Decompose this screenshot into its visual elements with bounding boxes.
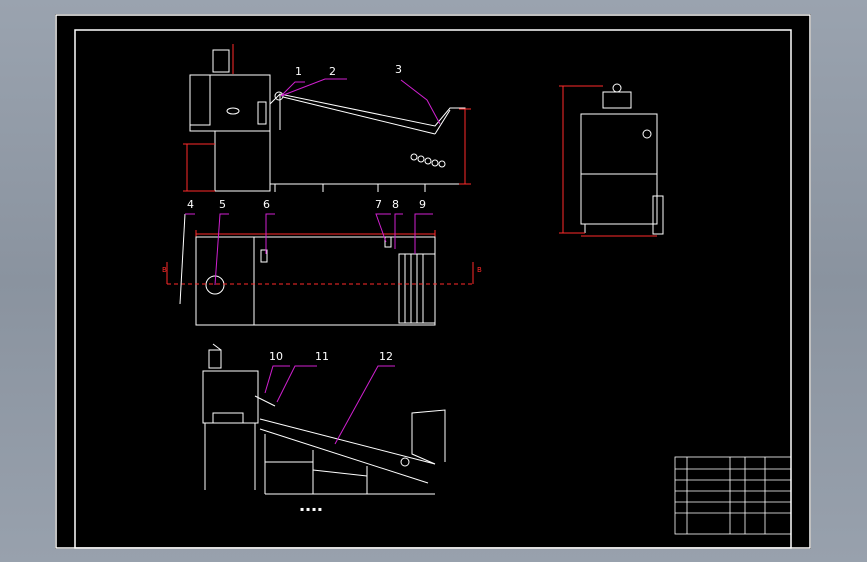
cad-viewport[interactable]: B B ▪ ▪ ▪ ▪ 1 2 3 4 5 6 7 8 9 10 11 12 — [0, 0, 867, 562]
balloon-11: 11 — [315, 350, 329, 363]
balloon-3: 3 — [395, 63, 402, 76]
balloon-9: 9 — [419, 198, 426, 211]
section-view — [202, 343, 446, 495]
balloon-1: 1 — [295, 65, 302, 78]
balloon-8: 8 — [392, 198, 399, 211]
balloon-4: 4 — [187, 198, 194, 211]
side-view — [183, 44, 471, 192]
title-block — [674, 456, 792, 535]
balloon-numbers: 1 2 3 4 5 6 7 8 9 10 11 12 — [187, 63, 426, 363]
plan-view — [166, 213, 474, 326]
section-caption: ▪ ▪ ▪ ▪ — [300, 506, 322, 513]
inner-border — [74, 29, 792, 549]
balloon-7: 7 — [375, 198, 382, 211]
end-view — [559, 83, 664, 237]
balloon-10: 10 — [269, 350, 283, 363]
balloon-12: 12 — [379, 350, 393, 363]
outer-border — [55, 14, 811, 549]
leaders — [185, 78, 441, 445]
balloon-5: 5 — [219, 198, 226, 211]
section-mark-right: B — [477, 266, 482, 274]
drawing-sheet: B B ▪ ▪ ▪ ▪ 1 2 3 4 5 6 7 8 9 10 11 12 — [55, 14, 811, 549]
section-mark-left: B — [162, 266, 167, 274]
balloon-2: 2 — [329, 65, 336, 78]
balloon-6: 6 — [263, 198, 270, 211]
drawing-canvas: B B ▪ ▪ ▪ ▪ 1 2 3 4 5 6 7 8 9 10 11 12 — [55, 14, 811, 549]
